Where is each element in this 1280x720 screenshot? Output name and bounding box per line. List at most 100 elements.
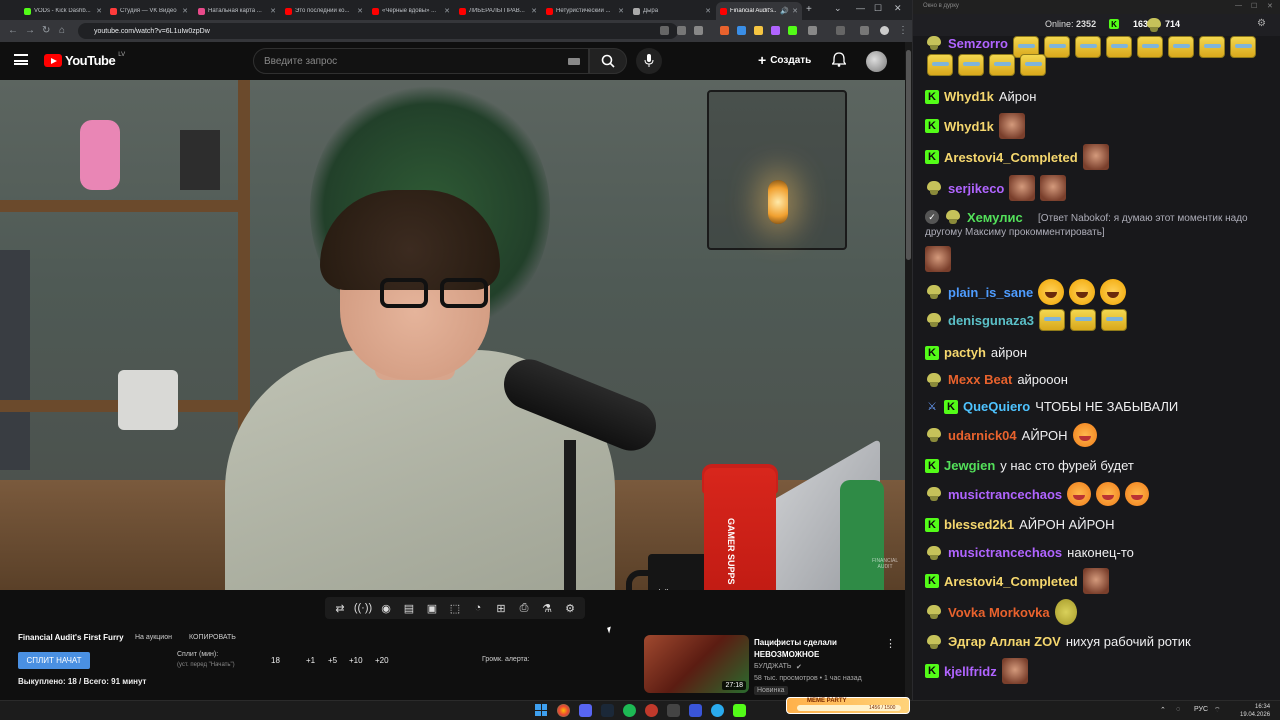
plus-1-button[interactable]: +1 [306, 656, 315, 665]
telegram-icon[interactable] [711, 704, 724, 717]
search-input[interactable]: Введите запрос [253, 48, 589, 74]
plus-5-button[interactable]: +5 [328, 656, 337, 665]
close-tab-icon[interactable]: ✕ [96, 7, 102, 15]
tab-video-7[interactable]: Нетуристический ... ✕ [542, 2, 628, 20]
taskbar-clock[interactable]: 16:34 19.04.2026 [1240, 703, 1270, 719]
kick-app-icon[interactable] [733, 704, 746, 717]
bookmark-star-icon[interactable] [694, 26, 703, 35]
create-button[interactable]: + Создать [758, 52, 811, 68]
minimize-icon[interactable]: — [856, 3, 865, 13]
recommended-video-meta: 58 тыс. просмотров • 1 час назад [754, 675, 862, 682]
downloads-icon[interactable] [836, 26, 845, 35]
emote-icon [1198, 36, 1225, 58]
recommended-video-title[interactable]: Пацифисты сделали НЕВОЗМОЖНОЕ [754, 637, 879, 661]
extension-icon[interactable] [720, 26, 729, 35]
speaker-icon[interactable]: 🔊 [780, 7, 789, 15]
avatar[interactable] [866, 51, 887, 72]
install-icon[interactable] [677, 26, 686, 35]
frame-icon[interactable]: ▣ [421, 598, 443, 618]
close-window-icon[interactable]: ✕ [1267, 2, 1273, 10]
extension-icon[interactable] [737, 26, 746, 35]
windows-start-icon[interactable] [535, 704, 547, 716]
chat-message-list[interactable]: Semzorro K Whyd1k Айрон K Whyd1k K Arest… [913, 36, 1273, 690]
network-icon[interactable]: ◌ [1176, 706, 1180, 713]
tab-natal-chart[interactable]: Натальная карта ... ✕ [194, 2, 280, 20]
add-icon[interactable]: ⊞ [490, 598, 512, 618]
close-tab-icon[interactable]: ✕ [444, 7, 450, 15]
plus-10-button[interactable]: +10 [349, 656, 363, 665]
speed-icon[interactable]: ◔ [467, 598, 489, 618]
language-indicator[interactable]: РУС [1194, 706, 1208, 713]
close-tab-icon[interactable]: ✕ [531, 7, 537, 15]
close-tab-icon[interactable]: ✕ [270, 7, 276, 15]
chevron-up-icon[interactable]: ⌃ [1160, 706, 1166, 714]
keyboard-icon[interactable] [568, 58, 580, 65]
split-value-input[interactable]: 18 [271, 656, 280, 665]
minimize-icon[interactable]: — [1235, 2, 1242, 9]
youtube-logo[interactable]: YouTube LV [44, 52, 125, 68]
close-window-icon[interactable]: ✕ [894, 3, 902, 14]
tab-video-4[interactable]: Это последний ко... ✕ [281, 2, 367, 20]
scrollbar-thumb[interactable] [906, 50, 911, 260]
app-icon[interactable] [667, 704, 680, 717]
screenshot-icon[interactable]: ⎙ [513, 598, 535, 618]
folder-icon[interactable]: ▤ [398, 598, 420, 618]
auction-title: Financial Audit's First Furry [18, 633, 124, 642]
forward-icon[interactable]: → [25, 25, 35, 36]
notifications-bell-icon[interactable] [831, 52, 847, 70]
extension-icon[interactable] [754, 26, 763, 35]
app-icon[interactable] [645, 704, 658, 717]
plus-20-button[interactable]: +20 [375, 656, 389, 665]
chat-settings-gear-icon[interactable]: ⚙ [1257, 18, 1266, 29]
hamburger-menu-icon[interactable] [14, 54, 28, 65]
menu-kebab-icon[interactable]: ⋮ [898, 25, 908, 36]
voice-search-button[interactable] [636, 48, 662, 74]
flask-icon[interactable]: ⚗ [536, 598, 558, 618]
tab-dyra[interactable]: Дыра ✕ [629, 2, 715, 20]
new-tab-button[interactable]: + [806, 4, 812, 15]
close-tab-icon[interactable]: ✕ [182, 7, 188, 15]
close-tab-icon[interactable]: ✕ [705, 7, 711, 15]
close-tab-icon[interactable]: ✕ [357, 7, 363, 15]
close-tab-icon[interactable]: ✕ [618, 7, 624, 15]
tab-vk-studio[interactable]: Студия — VK Видео ✕ [106, 2, 192, 20]
maximize-icon[interactable]: ☐ [874, 3, 882, 14]
copy-button[interactable]: КОПИРОВАТЬ [189, 634, 236, 641]
reload-icon[interactable]: ↻ [42, 25, 50, 36]
extension-icon[interactable] [771, 26, 780, 35]
extensions-puzzle-icon[interactable] [808, 26, 817, 35]
emote-icon [1038, 309, 1065, 331]
zoom-icon[interactable] [660, 26, 669, 35]
recommended-video-thumbnail[interactable]: 27:18 [644, 635, 749, 693]
loop-icon[interactable]: ⇄ [329, 598, 351, 618]
media-player-icon[interactable] [689, 704, 702, 717]
close-tab-icon[interactable]: ✕ [792, 7, 798, 15]
tab-video-6[interactable]: ЛИБЕРАЛЫ ПРАВ... ✕ [455, 2, 541, 20]
tab-kick-dashboard[interactable]: VODs - Kick Dashb... ✕ [20, 2, 106, 20]
tab-financial-audit[interactable]: Financial Audit's... 🔊 ✕ [716, 2, 802, 20]
profile-icon[interactable] [860, 26, 869, 35]
chrome-icon[interactable] [557, 704, 570, 717]
video-player[interactable]: dollar GAMER SUPPS FINANCIAL AUDIT [0, 80, 905, 590]
discord-icon[interactable] [579, 704, 592, 717]
audio-icon[interactable]: ((·)) [352, 598, 374, 618]
more-actions-icon[interactable]: ⋮ [885, 637, 896, 650]
url-input[interactable]: youtube.com/watch?v=6L1uIw0zpDw [78, 23, 678, 39]
wifi-icon[interactable]: ⌔ [1214, 706, 1221, 715]
account-avatar-icon[interactable] [880, 26, 889, 35]
recommended-channel-name[interactable]: БУЛДЖАТЬ [754, 663, 791, 670]
spotify-icon[interactable] [623, 704, 636, 717]
maximize-icon[interactable]: ☐ [1251, 2, 1257, 10]
gear-icon[interactable]: ⚙ [559, 598, 581, 618]
split-started-button[interactable]: СПЛИТ НАЧАТ [18, 652, 90, 669]
tab-search-icon[interactable]: ⌄ [834, 3, 842, 14]
search-button[interactable] [589, 48, 627, 74]
steam-icon[interactable] [601, 704, 614, 717]
camera-eye-icon[interactable]: ◉ [375, 598, 397, 618]
home-icon[interactable]: ⌂ [59, 25, 65, 36]
extension-icon[interactable] [788, 26, 797, 35]
crop-icon[interactable]: ⬚ [444, 598, 466, 618]
back-icon[interactable]: ← [8, 25, 18, 36]
on-auction-button[interactable]: На аукцион [135, 634, 172, 641]
tab-video-5[interactable]: «Черные вдовы» ... ✕ [368, 2, 454, 20]
